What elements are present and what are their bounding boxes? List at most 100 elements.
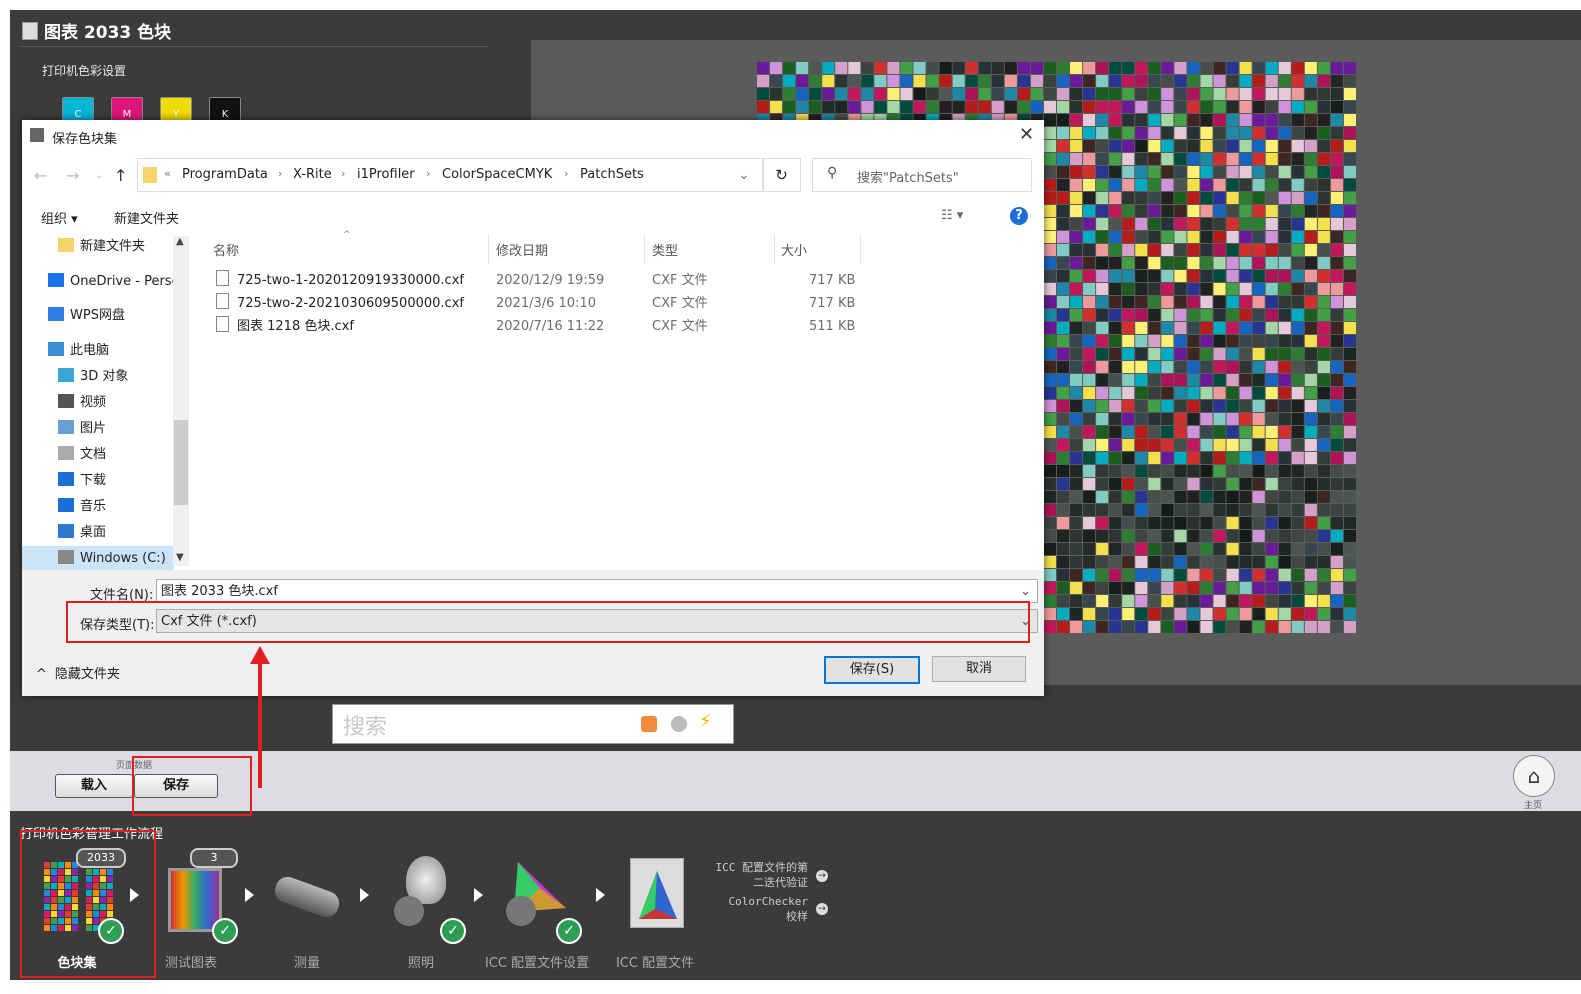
nav-item[interactable]: WPS网盘 (48, 305, 125, 327)
icc-links: ICC 配置文件的第二迭代验证 ColorChecker 校样 (712, 860, 809, 924)
count-badge: 3 (190, 848, 238, 868)
search-box[interactable]: 搜索 ⚡ (332, 704, 734, 744)
filename-input[interactable]: 图表 2033 色块.cxf ⌄ (156, 579, 1038, 603)
load-button[interactable]: 载入 (55, 774, 133, 798)
workflow-step-icc-settings[interactable]: ✓ (500, 848, 600, 948)
nav-item[interactable]: 音乐 (58, 496, 106, 518)
file-date-cell: 2021/3/6 10:10 (496, 293, 596, 315)
workflow-step-lighting[interactable]: ✓ (386, 848, 486, 948)
search-icon: ⚲ (827, 165, 838, 181)
workflow-step-icc-profile[interactable] (620, 848, 720, 948)
column-header-name[interactable]: 名称 (213, 240, 239, 259)
gear-icon (506, 896, 536, 926)
check-icon: ✓ (556, 918, 582, 944)
nav-item[interactable]: 新建文件夹 (58, 236, 145, 258)
breadcrumb-item[interactable]: ColorSpaceCMYK (442, 167, 552, 182)
close-icon[interactable]: ✕ (1019, 124, 1034, 145)
nav-item[interactable]: 图片 (58, 418, 106, 440)
cloud-icon (48, 307, 64, 321)
arrow-circle-icon[interactable]: → (816, 903, 828, 915)
file-date-cell: 2020/12/9 19:59 (496, 270, 604, 292)
nav-item[interactable]: 此电脑 (48, 340, 109, 362)
palette-icon[interactable] (641, 716, 657, 732)
nav-item[interactable]: 桌面 (58, 522, 106, 544)
nav-item-label: 下载 (80, 473, 107, 488)
nav-scrollbar[interactable] (173, 236, 189, 566)
highlight-filetype-box (66, 601, 1030, 643)
refresh-button[interactable]: ↻ (762, 158, 801, 192)
forward-icon[interactable]: → (66, 166, 79, 185)
folder-icon (58, 238, 74, 252)
column-divider[interactable] (774, 234, 775, 264)
breadcrumb-item[interactable]: X-Rite (293, 167, 332, 182)
breadcrumb-item[interactable]: PatchSets (580, 167, 644, 182)
workflow-label: 照明 (407, 956, 434, 971)
workflow-step-measure[interactable] (270, 848, 370, 948)
nav-item[interactable]: 视频 (58, 392, 106, 414)
chevron-right-icon[interactable]: › (426, 167, 430, 180)
search-input[interactable]: ⚲ 搜索"PatchSets" (812, 158, 1032, 192)
nav-item[interactable]: OneDrive - Perso (48, 271, 180, 293)
file-icon (216, 293, 229, 309)
check-icon: ✓ (212, 918, 238, 944)
file-name-cell[interactable]: 725-two-1-2020120919330000.cxf (216, 270, 464, 292)
nav-item-label: OneDrive - Perso (70, 274, 180, 289)
filename-value: 图表 2033 色块.cxf (161, 584, 278, 599)
column-header-type[interactable]: 类型 (652, 240, 678, 259)
new-folder-button[interactable]: 新建文件夹 (114, 208, 179, 227)
address-bar[interactable]: « ProgramData › X-Rite › i1Profiler › Co… (137, 158, 764, 192)
chevron-down-icon[interactable]: ⌄ (738, 167, 750, 183)
home-icon: ⌂ (1527, 764, 1541, 788)
arrow-right-icon (245, 888, 254, 902)
chevron-right-icon[interactable]: › (564, 167, 568, 180)
home-button[interactable]: ⌂ (1513, 755, 1555, 797)
breadcrumb-item[interactable]: i1Profiler (357, 167, 415, 182)
help-icon[interactable]: ? (1010, 207, 1028, 225)
organize-menu[interactable]: 组织 ▾ (41, 208, 78, 227)
dialog-cancel-button[interactable]: 取消 (932, 656, 1026, 682)
drive-icon (58, 550, 74, 564)
target-icon[interactable] (671, 716, 687, 732)
column-header-date[interactable]: 修改日期 (496, 240, 548, 259)
scrollbar-thumb[interactable] (174, 420, 188, 505)
nav-item[interactable]: 下载 (58, 470, 106, 492)
chevron-right-icon[interactable]: › (278, 167, 282, 180)
breadcrumb-item[interactable]: ProgramData (182, 167, 268, 182)
up-icon[interactable]: ↑ (114, 166, 127, 185)
scroll-down-icon[interactable]: ▼ (176, 552, 184, 563)
nav-item[interactable]: 文档 (58, 444, 106, 466)
breadcrumb-overflow[interactable]: « (164, 167, 171, 180)
colorchecker-proof-link[interactable]: ColorChecker 校样 (712, 894, 808, 924)
highlight-save-box (132, 756, 252, 816)
view-options-icon[interactable]: ☷ ▾ (941, 208, 963, 223)
column-divider[interactable] (644, 234, 645, 264)
file-size-cell: 717 KB (809, 293, 855, 315)
nav-item[interactable]: Windows (C:) (58, 548, 166, 570)
chevron-right-icon[interactable]: › (341, 167, 345, 180)
printer-settings-label: 打印机色彩设置 (42, 64, 127, 78)
column-divider[interactable] (488, 234, 489, 264)
app-title: 图表 2033 色块 (22, 18, 171, 43)
dialog-save-button[interactable]: 保存(S) (824, 656, 920, 684)
cell-text: 717 KB (809, 273, 856, 288)
hide-folders-toggle[interactable]: ^ 隐藏文件夹 (36, 663, 120, 682)
workflow-label: ICC 配置文件 (615, 956, 695, 971)
nav-item-label: 此电脑 (70, 343, 110, 358)
workflow-label: 测量 (293, 956, 320, 971)
lightning-icon[interactable]: ⚡ (699, 711, 712, 732)
file-name-cell[interactable]: 725-two-2-2021030609500000.cxf (216, 293, 464, 315)
file-name-cell[interactable]: 图表 1218 色块.cxf (216, 316, 354, 338)
back-icon[interactable]: ← (34, 166, 47, 185)
icc-second-iteration-link[interactable]: ICC 配置文件的第二迭代验证 (712, 860, 809, 890)
refresh-icon: ↻ (775, 166, 788, 184)
cell-text: 717 KB (809, 296, 856, 311)
divider (20, 46, 488, 47)
recent-dropdown-icon[interactable]: ⌄ (95, 170, 103, 181)
hide-folders-label: 隐藏文件夹 (54, 667, 120, 682)
video-icon (58, 394, 74, 408)
column-header-size[interactable]: 大小 (781, 240, 807, 259)
scroll-up-icon[interactable]: ▲ (176, 236, 184, 247)
column-divider[interactable] (860, 234, 861, 264)
nav-item[interactable]: 3D 对象 (58, 366, 128, 388)
arrow-circle-icon[interactable]: → (816, 870, 828, 882)
